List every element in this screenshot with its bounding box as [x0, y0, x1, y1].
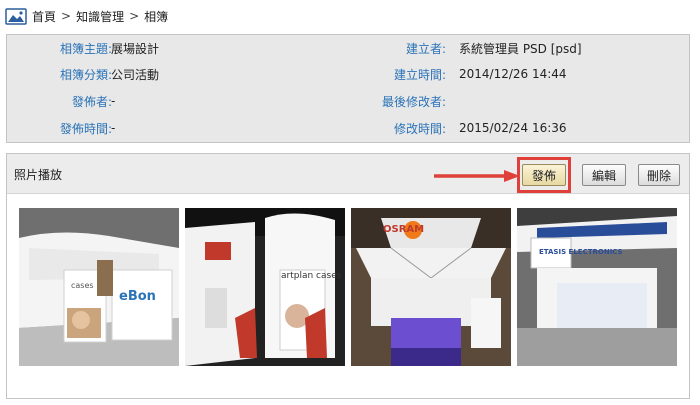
album-category-label: 相簿分類: [59, 67, 112, 82]
album-toolbar: 照片播放 發佈 編輯 刪除 [7, 154, 689, 194]
photo-thumbnail[interactable]: cases eBon [19, 208, 179, 366]
album-category-value: 公司活動 [111, 67, 160, 82]
photo-brand: eBon [119, 289, 156, 304]
publish-time-label: 發佈時間: [59, 121, 112, 136]
breadcrumb-home[interactable]: 首頁 [32, 8, 56, 25]
album-topic-value: 展場設計 [111, 41, 160, 56]
photo-album-icon [5, 8, 27, 25]
creator-label: 建立者: [405, 41, 446, 56]
publisher-value: - [111, 94, 116, 108]
arrow-right-icon [434, 170, 520, 182]
info-row: 發佈時間: - 修改時間: 2015/02/24 16:36 [7, 118, 689, 138]
modified-time-label: 修改時間: [393, 121, 446, 136]
created-time-value: 2014/12/26 14:44 [459, 67, 567, 81]
info-row: 相簿主題: 展場設計 建立者: 系統管理員 PSD [psd] [7, 38, 689, 58]
breadcrumb-knowledge[interactable]: 知識管理 [76, 8, 124, 25]
delete-button[interactable]: 刪除 [638, 164, 680, 186]
photo-brand: ETASIS ELECTRONICS [539, 248, 623, 256]
photo-caption: cases [71, 281, 94, 290]
photo-thumbnail[interactable]: artplan cases [185, 208, 345, 366]
info-row: 相簿分類: 公司活動 建立時間: 2014/12/26 14:44 [7, 64, 689, 84]
album-info-panel: 相簿主題: 展場設計 建立者: 系統管理員 PSD [psd] 相簿分類: 公司… [6, 34, 690, 143]
photo-image: cases eBon [19, 208, 179, 366]
publisher-label: 發佈者: [71, 94, 112, 109]
breadcrumb-separator: > [129, 9, 140, 23]
creator-value: 系統管理員 PSD [psd] [459, 41, 582, 56]
photo-image: OSRAM [351, 208, 511, 366]
edit-button[interactable]: 編輯 [582, 164, 626, 186]
photo-brand: OSRAM [383, 224, 424, 235]
photo-thumbnail[interactable]: OSRAM [351, 208, 511, 366]
breadcrumb-separator: > [61, 9, 72, 23]
modified-time-value: 2015/02/24 16:36 [459, 121, 567, 135]
album-panel-title: 照片播放 [14, 168, 63, 182]
photo-thumbnail[interactable]: ETASIS ELECTRONICS [517, 208, 677, 366]
breadcrumb-current: 相簿 [144, 9, 169, 24]
publish-button[interactable]: 發佈 [522, 164, 566, 186]
created-time-label: 建立時間: [393, 67, 446, 82]
photo-image: artplan cases [185, 208, 345, 366]
publish-time-value: - [111, 121, 116, 135]
photo-image: ETASIS ELECTRONICS [517, 208, 677, 366]
last-modifier-label: 最後修改者: [381, 94, 446, 109]
breadcrumb: 首頁 > 知識管理 > 相簿 [5, 6, 168, 26]
photo-album-panel: 照片播放 發佈 編輯 刪除 cases eBon artplan cases O… [6, 153, 690, 399]
photo-caption: artplan cases [281, 271, 342, 281]
info-row: 發佈者: - 最後修改者: [7, 91, 689, 111]
album-topic-label: 相簿主題: [59, 41, 112, 56]
